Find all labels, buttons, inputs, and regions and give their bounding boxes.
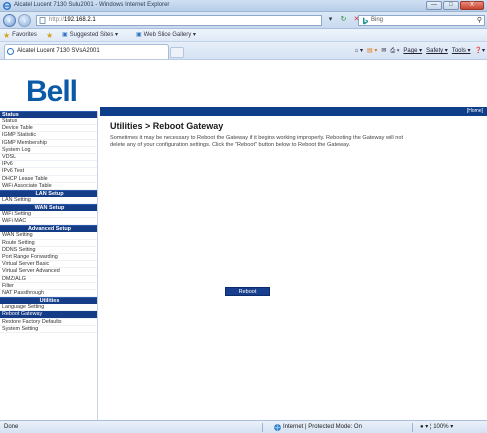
- sidebar-item-reboot-gateway[interactable]: Reboot Gateway: [0, 311, 97, 319]
- address-scheme: http://: [49, 17, 65, 23]
- zoom-control[interactable]: ● ▾ ¦ 100% ▾: [420, 421, 453, 433]
- sidebar-item-igmp-statistic[interactable]: IGMP Statistic: [0, 132, 97, 140]
- sidebar-item-virtual-server-basic[interactable]: Virtual Server Basic: [0, 261, 97, 269]
- page-description: Sometimes it may be necessary to Reboot …: [110, 135, 404, 148]
- status-divider: [412, 423, 413, 432]
- refresh-icon[interactable]: ↻: [338, 15, 349, 26]
- sidebar-nav: Status Status Device Table IGMP Statistic IG…: [0, 111, 97, 333]
- sidebar-section-heading: LAN Setup: [0, 189, 97, 197]
- security-zone[interactable]: Internet | Protected Mode: On: [274, 421, 362, 433]
- search-icon[interactable]: ⚲: [477, 16, 482, 25]
- sidebar-item-system-setting[interactable]: System Setting: [0, 326, 97, 333]
- add-favorite-icon: ★: [46, 31, 54, 40]
- help-icon[interactable]: ❓▾: [475, 45, 485, 57]
- address-host: 192.168.2.1: [64, 17, 96, 23]
- favorites-label: Favorites: [12, 32, 37, 38]
- sidebar-item-ipv6-test[interactable]: IPv6 Test: [0, 168, 97, 176]
- command-bar: ⌂ ▾ ▤ ▾ ✉ ⎙ ▾ Page ▾ Safety ▾ Tools ▾ ❓▾: [355, 45, 485, 57]
- web-page: Bell [Home] Status Status Device Table IGMP…: [0, 61, 487, 420]
- favorites-button[interactable]: ★ Favorites: [3, 29, 37, 42]
- webslice-icon: ▣: [136, 32, 142, 38]
- star-icon: ★: [3, 31, 11, 40]
- page-title: Utilities > Reboot Gateway: [110, 121, 224, 131]
- tab-title: Alcatel Lucent 7130 SVsA2001: [17, 48, 100, 54]
- tab-row: Alcatel Lucent 7130 SVsA2001 ⌂ ▾ ▤ ▾ ✉ ⎙…: [0, 42, 487, 60]
- sidebar-item-system-log[interactable]: System Log: [0, 147, 97, 154]
- forward-button[interactable]: ›: [18, 14, 31, 27]
- tools-menu[interactable]: Tools ▾: [452, 45, 471, 57]
- top-nav-bar: [Home]: [100, 107, 487, 116]
- sidebar-item-route-setting[interactable]: Route Setting: [0, 240, 97, 247]
- print-icon[interactable]: ⎙ ▾: [390, 45, 399, 57]
- minimize-button[interactable]: —: [426, 1, 442, 10]
- ie-logo-icon: [3, 2, 11, 10]
- search-input[interactable]: Bing ⚲: [358, 15, 485, 26]
- suggested-sites-link[interactable]: ▣ Suggested Sites ▾: [62, 29, 118, 42]
- sidebar-item-wifi-setting[interactable]: WiFi Setting: [0, 211, 97, 219]
- zone-label: Internet | Protected Mode: On: [283, 424, 362, 430]
- sidebar-item-wifi-mac[interactable]: WiFi MAC: [0, 218, 97, 226]
- sidebar-section-heading: Utilities: [0, 297, 97, 305]
- window-title: Alcatel Lucent 7130 Sulu2001 - Windows I…: [14, 2, 170, 8]
- sidebar-section-heading: Advanced Setup: [0, 225, 97, 233]
- reboot-button[interactable]: Reboot: [225, 287, 270, 296]
- sidebar-item-filter[interactable]: Filter: [0, 283, 97, 290]
- status-text: Done: [4, 424, 19, 430]
- address-row: ‹ › http://192.168.2.1 ▾ ↻ ✕ Bing ⚲: [0, 12, 487, 29]
- close-window-button[interactable]: X: [460, 1, 484, 10]
- sidebar-item-vdsl[interactable]: VDSL: [0, 154, 97, 162]
- compatibility-icon[interactable]: ▾: [325, 15, 336, 26]
- new-tab-button[interactable]: [170, 47, 184, 58]
- search-placeholder: Bing: [371, 17, 384, 23]
- sidebar-item-ddns-setting[interactable]: DDNS Setting: [0, 247, 97, 254]
- feeds-icon[interactable]: ▤ ▾: [367, 45, 377, 57]
- address-input[interactable]: http://192.168.2.1: [36, 15, 322, 26]
- sidebar-item-wifi-associate-table[interactable]: WiFi Associate Table: [0, 183, 97, 190]
- suggested-label: Suggested Sites ▾: [69, 32, 119, 38]
- sidebar-item-wan-setting[interactable]: WAN Setting: [0, 232, 97, 240]
- sidebar-item-igmp-membership[interactable]: IGMP Membership: [0, 140, 97, 147]
- sidebar-item-status[interactable]: Status: [0, 118, 97, 126]
- browser-tab[interactable]: Alcatel Lucent 7130 SVsA2001: [4, 44, 169, 59]
- sidebar-item-lan-setting[interactable]: LAN Setting: [0, 197, 97, 205]
- web-slice-gallery-link[interactable]: ▣ Web Slice Gallery ▾: [136, 29, 196, 42]
- sidebar-item-port-range-forwarding[interactable]: Port Range Forwarding: [0, 254, 97, 262]
- maximize-button[interactable]: □: [443, 1, 459, 10]
- sidebar-item-restore-factory-defaults[interactable]: Restore Factory Defaults: [0, 319, 97, 326]
- sidebar-item-device-table[interactable]: Device Table: [0, 125, 97, 133]
- window-title-bar: Alcatel Lucent 7130 Sulu2001 - Windows I…: [0, 0, 487, 12]
- page-icon: [39, 17, 46, 24]
- safety-menu[interactable]: Safety ▾: [426, 45, 448, 57]
- mail-icon[interactable]: ✉: [381, 45, 386, 57]
- sidebar-item-dhcp-lease-table[interactable]: DHCP Lease Table: [0, 176, 97, 183]
- sidebar-item-dmz-alg[interactable]: DMZ/ALG: [0, 276, 97, 283]
- main-content: Utilities > Reboot Gateway Sometimes it …: [110, 121, 480, 149]
- sidebar-section-heading: Status: [0, 111, 97, 118]
- home-link[interactable]: [Home]: [467, 107, 483, 116]
- globe-icon: [274, 423, 281, 431]
- status-divider: [262, 423, 263, 432]
- home-icon[interactable]: ⌂ ▾: [355, 45, 363, 57]
- bell-logo: Bell: [26, 75, 78, 108]
- bing-icon: [363, 17, 368, 25]
- page-menu[interactable]: Page ▾: [403, 45, 422, 57]
- sidebar-section-heading: WAN Setup: [0, 204, 97, 212]
- favorites-bar: ★ Favorites ★ ▣ Suggested Sites ▾ ▣ Web …: [0, 29, 487, 42]
- back-button[interactable]: ‹: [3, 14, 16, 27]
- sidebar-item-language-setting[interactable]: Language Setting: [0, 304, 97, 312]
- tab-page-icon: [7, 48, 14, 55]
- status-bar: Done Internet | Protected Mode: On ● ▾ ¦…: [0, 420, 487, 433]
- webslice-label: Web Slice Gallery ▾: [143, 32, 196, 38]
- sidebar-item-ipv6[interactable]: IPv6: [0, 161, 97, 169]
- page-header: Bell: [0, 61, 487, 111]
- add-favorite-button[interactable]: ★: [46, 29, 53, 42]
- suggested-icon: ▣: [62, 32, 68, 38]
- sidebar-item-virtual-server-advanced[interactable]: Virtual Server Advanced: [0, 268, 97, 276]
- sidebar-item-nat-passthrough[interactable]: NAT Passthrough: [0, 290, 97, 298]
- sidebar-divider: [97, 111, 98, 420]
